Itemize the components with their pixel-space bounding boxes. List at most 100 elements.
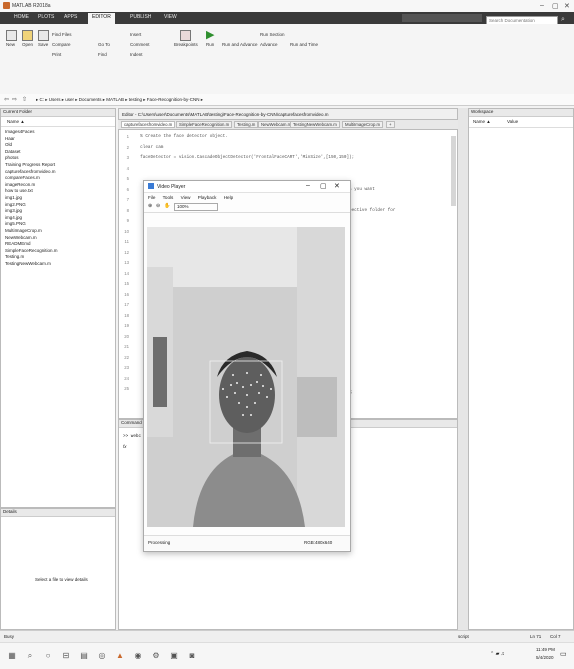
splitter[interactable] [458,108,468,630]
advance-button[interactable]: Advance [260,42,278,47]
clock-time[interactable]: 11:49 PM [536,647,555,652]
workspace-name-header[interactable]: Name ▲ [473,119,491,124]
new-button[interactable]: New [6,42,15,47]
code-line[interactable]: faceDetector = vision.CascadeObjectDetec… [135,155,395,166]
save-icon [38,30,49,41]
workspace-value-header[interactable]: Value [507,119,518,124]
menu-tools[interactable]: Tools [163,195,174,200]
breakpoints-button[interactable]: Breakpoints [174,42,198,47]
settings-icon[interactable]: ⚙ [152,652,160,660]
file-item[interactable]: Haar [5,136,111,143]
file-item[interactable]: TestingNewWebcam.m [5,261,111,268]
tab-home[interactable]: HOME [14,14,29,20]
system-tray-icons[interactable]: ⌃ ▰ ♫ [490,651,505,657]
file-item[interactable]: Training Progress Report [5,162,111,169]
file-item[interactable]: img3.jpg [5,208,111,215]
matlab-taskbar-icon[interactable]: ▲ [116,652,124,660]
breadcrumb[interactable]: ▸ C: ▸ Users ▸ user ▸ Documents ▸ MATLAB… [36,97,203,103]
minimize-button[interactable]: – [540,2,544,9]
menu-help[interactable]: Help [224,195,233,200]
name-column-header[interactable]: Name ▲ [1,117,115,127]
close-button[interactable]: ✕ [564,2,570,10]
tab-apps[interactable]: APPS [64,14,77,20]
run-button[interactable]: Run [206,42,214,47]
file-item[interactable]: img4.jpg [5,215,111,222]
zoom-select[interactable]: 100% [174,203,218,211]
file-item[interactable]: compareFaces.m [5,175,111,182]
compare-button[interactable]: Compare [52,42,71,47]
address-bar[interactable]: ⇦ ⇨ ⇧ ▸ C: ▸ Users ▸ user ▸ Documents ▸ … [0,94,574,106]
new-tab-button[interactable]: + [386,121,395,128]
maximize-button[interactable]: ▢ [552,2,559,10]
file-item[interactable]: photos [5,155,111,162]
file-item[interactable]: NewWebcam.m [5,235,111,242]
code-line[interactable]: clear cam [135,145,395,156]
editor-tab[interactable]: Testing.m [234,121,259,128]
file-item[interactable]: Old [5,142,111,149]
file-explorer-icon[interactable]: ▤ [80,652,88,660]
editor-tab[interactable]: TestingNewWebcam.m [290,121,340,128]
camera-icon[interactable]: ◙ [188,652,196,660]
tab-publish[interactable]: PUBLISH [130,14,151,20]
vp-close-button[interactable]: ✕ [334,182,340,190]
file-item[interactable]: imageRecon.m [5,182,111,189]
find-button[interactable]: Find [98,52,107,57]
editor-scrollbar[interactable] [451,136,456,206]
search-icon[interactable]: ⌕ [26,652,34,660]
file-item[interactable]: img1.jpg [5,195,111,202]
browser-icon[interactable]: ◎ [98,652,106,660]
file-item[interactable]: Dataset [5,149,111,156]
tab-editor[interactable]: EDITOR [88,13,115,24]
run-and-advance-button[interactable]: Run and Advance [222,42,258,47]
editor-tab[interactable]: SimpleFaceRecognition.m [176,121,233,128]
indent-button[interactable]: Indent [130,52,143,57]
tab-view[interactable]: VIEW [164,14,177,20]
file-item[interactable]: READMEmd [5,241,111,248]
forward-arrow-icon[interactable]: ⇨ [12,96,17,103]
menu-playback[interactable]: Playback [198,195,217,200]
vp-maximize-button[interactable]: ▢ [320,182,327,190]
code-line[interactable]: % Create the face detector object. [135,134,395,145]
file-item[interactable]: capturefacesfromvideo.m [5,169,111,176]
editor-tab[interactable]: NewWebcam.m [258,121,295,128]
file-item[interactable]: img2.PNG [5,202,111,209]
quick-access-toolbar[interactable] [402,14,482,22]
windows-start-icon[interactable]: ▦ [8,652,16,660]
menu-file[interactable]: File [148,195,155,200]
video-player-window[interactable]: Video Player – ▢ ✕ File Tools View Playb… [143,180,351,552]
find-files-button[interactable]: Find Files [52,32,72,37]
file-item[interactable]: Images4Faces [5,129,111,136]
clock-date[interactable]: 5/4/2020 [536,655,554,660]
print-button[interactable]: Print [52,52,61,57]
search-icon[interactable]: ⌕ [561,16,565,24]
comment-button[interactable]: Comment [130,42,150,47]
file-item[interactable]: SimpleFaceRecognition.m [5,248,111,255]
vp-minimize-button[interactable]: – [306,182,310,189]
save-button[interactable]: Save [38,42,48,47]
video-player-taskbar-icon[interactable]: ▣ [170,652,178,660]
command-prompt[interactable]: >> webc [123,434,141,439]
zoom-out-icon[interactable]: ⊖ [156,203,160,209]
open-button[interactable]: Open [22,42,33,47]
up-folder-icon[interactable]: ⇧ [22,96,27,103]
run-and-time-button[interactable]: Run and Time [290,42,318,47]
file-item[interactable]: Testing.m [5,254,111,261]
notifications-icon[interactable]: ▭ [560,650,567,658]
code-line[interactable] [135,166,395,177]
pan-icon[interactable]: ✋ [164,203,170,209]
file-item[interactable]: MultiImageCrop.m [5,228,111,235]
insert-button[interactable]: Insert [130,32,141,37]
editor-tab[interactable]: MultiImageCrop.m [342,121,384,128]
chrome-icon[interactable]: ◉ [134,652,142,660]
task-view-icon[interactable]: ⊟ [62,652,70,660]
cortana-icon[interactable]: ○ [44,652,52,660]
back-arrow-icon[interactable]: ⇦ [4,96,9,103]
menu-view[interactable]: View [181,195,191,200]
file-item[interactable]: how to use.txt [5,188,111,195]
go-to-button[interactable]: Go To [98,42,110,47]
tab-plots[interactable]: PLOTS [38,14,54,20]
run-section-button[interactable]: Run Section [260,32,285,37]
zoom-in-icon[interactable]: ⊕ [148,203,152,209]
file-item[interactable]: img5.PNG [5,221,111,228]
editor-tab[interactable]: capturefacesfromvideo.m [121,121,176,128]
